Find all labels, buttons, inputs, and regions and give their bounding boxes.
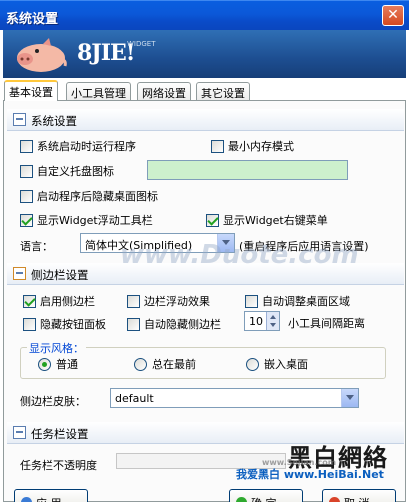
header-banner: 8JIE! WIDGET [3,30,406,78]
checkbox-label: 最小内存模式 [228,140,294,153]
radio-dot[interactable] [38,357,51,371]
taskbar-section-header: 任务栏设置 [7,422,404,444]
cancel-icon [329,497,340,502]
tab-widget-manager[interactable]: 小工具管理 [66,82,131,100]
auto-hide-sidebar-checkbox[interactable]: 自动隐藏侧边栏 [127,316,221,332]
checkbox-box[interactable] [127,294,140,308]
skin-select[interactable]: default [110,388,359,408]
collapse-icon[interactable] [13,113,26,126]
ok-icon [236,497,247,502]
checkbox-box[interactable] [127,317,140,331]
show-float-bar-checkbox[interactable]: 显示Widget浮动工具栏 [20,212,153,228]
radio-dot[interactable] [134,357,147,371]
checkbox-label: 自动调整桌面区域 [262,295,350,308]
checkbox-box[interactable] [20,164,33,178]
hide-button-panel-checkbox[interactable]: 隐藏按钮面板 [23,316,106,332]
show-context-menu-checkbox[interactable]: 显示Widget右键菜单 [206,212,328,228]
radio-label: 嵌入桌面 [264,358,308,371]
sidebar-settings-icon [13,267,26,280]
system-section-header: 系统设置 [7,109,404,131]
auto-adjust-checkbox[interactable]: 自动调整桌面区域 [245,293,350,309]
checkbox-label: 自动隐藏侧边栏 [144,318,221,331]
checkbox-label: 系统启动时运行程序 [37,140,136,153]
close-icon: ✕ [387,7,399,23]
section-title: 系统设置 [31,114,77,128]
checkbox-label: 边栏浮动效果 [144,295,210,308]
gap-stepper[interactable]: 10 [244,311,280,331]
spin-arrows-icon[interactable] [266,312,279,330]
gap-label: 小工具间隔距离 [288,317,365,330]
style-embed-radio[interactable]: 嵌入桌面 [246,356,308,372]
checkbox-box[interactable] [245,294,258,308]
radio-label: 普通 [56,358,78,371]
section-title: 任务栏设置 [31,427,89,441]
opacity-slider[interactable] [116,453,286,469]
cancel-label: 取 消 [344,497,370,502]
custom-tray-checkbox[interactable]: 自定义托盘图标 [20,163,114,179]
checkbox-label: 隐藏按钮面板 [40,318,106,331]
checkbox-box[interactable] [206,213,219,227]
widget-caption: WIDGET [127,40,156,48]
tab-strip: 基本设置 小工具管理 网络设置 其它设置 [3,80,406,101]
checkbox-label: 启动程序后隐藏桌面图标 [37,190,158,203]
chevron-down-icon[interactable] [217,234,234,252]
apply-icon [21,497,32,502]
checkbox-box[interactable] [23,294,36,308]
checkbox-box[interactable] [23,317,36,331]
tray-icon-path-input[interactable] [147,160,348,180]
float-effect-checkbox[interactable]: 边栏浮动效果 [127,293,210,309]
checkbox-label: 启用侧边栏 [40,295,95,308]
radio-label: 总在最前 [152,358,196,371]
gap-value: 10 [249,315,263,328]
taskbar-settings-icon [13,426,26,439]
min-memory-checkbox[interactable]: 最小内存模式 [211,138,294,154]
ok-label: 确 定 [251,497,277,502]
tab-network-settings[interactable]: 网络设置 [137,82,191,100]
apply-label: 应 用 [36,497,62,502]
opacity-label: 任务栏不透明度 [20,459,97,472]
sidebar-section-header: 侧边栏设置 [7,263,404,285]
language-label: 语言： [20,240,53,253]
brand-logo: 8JIE! [77,40,135,66]
close-button[interactable]: ✕ [382,5,404,26]
checkbox-box[interactable] [20,189,33,203]
settings-panel: 系统设置 系统启动时运行程序 最小内存模式 自定义托盘图标 启动程序后隐藏桌面图… [3,100,406,502]
checkbox-label: 显示Widget右键菜单 [223,214,328,227]
checkbox-label: 自定义托盘图标 [37,165,114,178]
style-topmost-radio[interactable]: 总在最前 [134,356,196,372]
title-bar[interactable]: 系统设置 ✕ [0,0,409,30]
tab-basic-settings[interactable]: 基本设置 [4,80,58,101]
checkbox-box[interactable] [20,139,33,153]
chevron-down-icon[interactable] [341,389,358,407]
pig-mascot-icon [17,38,67,72]
skin-value: default [115,392,154,405]
style-normal-radio[interactable]: 普通 [38,356,78,372]
checkbox-box[interactable] [211,139,224,153]
checkbox-label: 显示Widget浮动工具栏 [37,214,153,227]
tab-other-settings[interactable]: 其它设置 [196,82,250,100]
language-note: (重启程序后应用语言设置) [239,240,369,253]
section-title: 侧边栏设置 [31,268,89,282]
enable-sidebar-checkbox[interactable]: 启用侧边栏 [23,293,95,309]
language-select[interactable]: 简体中文(Simplified) [80,233,235,253]
radio-dot[interactable] [246,357,259,371]
run-on-startup-checkbox[interactable]: 系统启动时运行程序 [20,138,136,154]
language-value: 简体中文(Simplified) [85,239,193,252]
skin-label: 侧边栏皮肤： [20,395,86,408]
window-title: 系统设置 [6,12,59,27]
hide-desktop-icons-checkbox[interactable]: 启动程序后隐藏桌面图标 [20,188,158,204]
display-style-label: 显示风格： [27,340,86,356]
checkbox-box[interactable] [20,213,33,227]
apply-button[interactable]: 应 用 [14,489,88,502]
cancel-button[interactable]: 取 消 [322,489,396,502]
ok-button[interactable]: 确 定 [229,489,303,502]
